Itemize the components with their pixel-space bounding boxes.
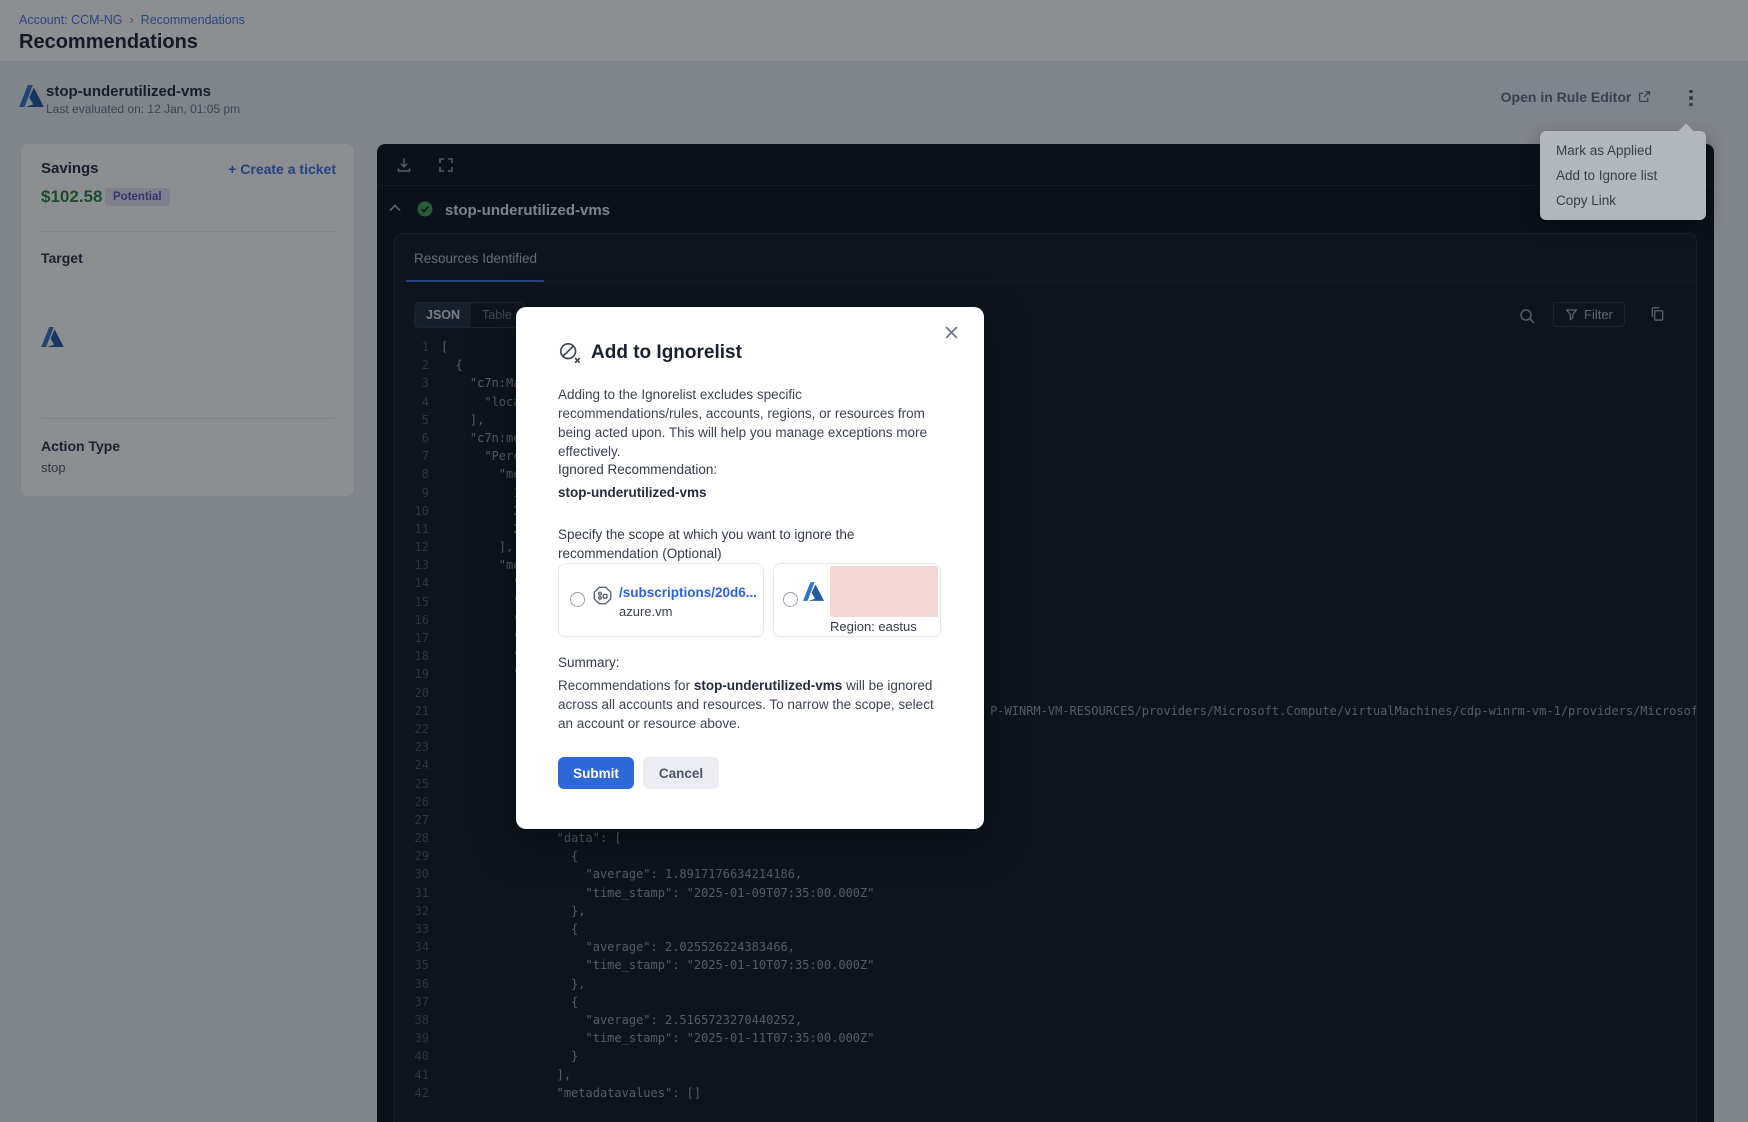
summary-text: Recommendations for stop-underutilized-v… (558, 676, 946, 733)
scope-option-resource[interactable]: Region: eastus (773, 563, 941, 637)
close-icon[interactable] (944, 325, 964, 345)
cancel-button[interactable]: Cancel (643, 757, 719, 789)
ignore-icon (558, 341, 582, 365)
menu-item-add-to-ignore-list[interactable]: Add to Ignore list (1540, 163, 1706, 188)
scope-option-account[interactable]: /subscriptions/20d6... azure.vm (558, 563, 764, 637)
account-radio[interactable] (570, 592, 585, 607)
modal-title: Add to Ignorelist (591, 342, 742, 364)
add-to-ignorelist-modal: Add to Ignorelist Adding to the Ignoreli… (516, 307, 984, 829)
account-resource-type: azure.vm (619, 604, 672, 619)
resource-region: Region: eastus (830, 619, 917, 634)
redacted-resource-name (830, 566, 938, 617)
ignored-recommendation-label: Ignored Recommendation: (558, 462, 717, 477)
azure-icon (803, 582, 824, 601)
context-menu: Mark as Applied Add to Ignore list Copy … (1540, 131, 1706, 220)
subscription-link[interactable]: /subscriptions/20d6... (619, 585, 757, 600)
submit-button[interactable]: Submit (558, 757, 634, 789)
resource-radio[interactable] (783, 592, 798, 607)
menu-item-mark-as-applied[interactable]: Mark as Applied (1540, 138, 1706, 163)
summary-label: Summary: (558, 655, 620, 670)
modal-description: Adding to the Ignorelist excludes specif… (558, 385, 942, 461)
subscription-icon (592, 585, 613, 606)
page: Account: CCM-NG›Recommendations Recommen… (0, 0, 1748, 1122)
scope-label: Specify the scope at which you want to i… (558, 525, 942, 563)
menu-item-copy-link[interactable]: Copy Link (1540, 188, 1706, 213)
summary-recommendation-name: stop-underutilized-vms (694, 678, 843, 693)
ignored-recommendation-value: stop-underutilized-vms (558, 485, 707, 500)
